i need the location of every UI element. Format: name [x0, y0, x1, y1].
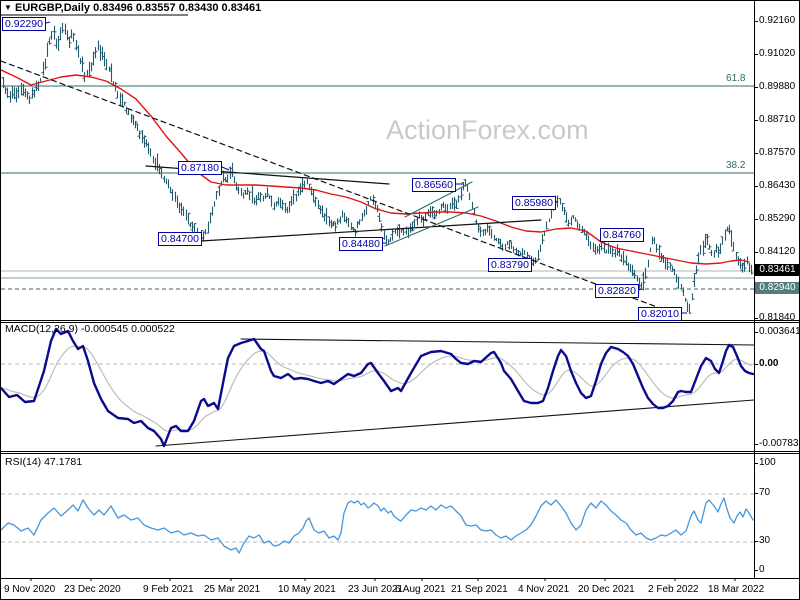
swing-price-label[interactable]: 0.92290 [2, 17, 46, 31]
macd-signal-line [1, 345, 752, 432]
macd-header: MACD(12,26,9) -0.000545 0.000522 [5, 323, 175, 335]
date-axis-label: 18 Mar 2022 [708, 584, 765, 595]
level-price-tag: 0.82940 [755, 282, 799, 294]
axis-ticks [30, 21, 758, 581]
rsi-header: RSI(14) 47.1781 [5, 456, 83, 468]
symbol-dropdown-icon[interactable]: ▼ [4, 3, 12, 12]
pane-borders [1, 1, 799, 579]
swing-price-label[interactable]: 0.82010 [638, 307, 682, 321]
date-axis-label: 21 Sep 2021 [451, 584, 508, 595]
price-axis-label: 0.87570 [759, 147, 796, 158]
rsi-axis-label: 100 [759, 457, 776, 468]
fib-level-label: 61.8 [726, 73, 746, 84]
macd-axis-label: -0.007839 [759, 438, 800, 449]
date-axis-label: 9 Feb 2021 [143, 584, 194, 595]
price-axis-label: 0.81840 [759, 312, 796, 323]
price-axis-label: 0.89880 [759, 81, 796, 92]
date-axis-label: 6 Aug 2021 [395, 584, 446, 595]
date-axis-label: 20 Dec 2021 [578, 584, 635, 595]
chart-window: ActionForex.com ▼ EURGBP,Daily 0.83496 0… [0, 0, 800, 600]
macd-axis-label: 0.00 [759, 358, 779, 369]
price-axis-label: 0.84120 [759, 246, 796, 257]
swing-price-label[interactable]: 0.84760 [600, 228, 644, 242]
chart-title: EURGBP,Daily 0.83496 0.83557 0.83430 0.8… [15, 2, 261, 14]
candlestick-series [1, 22, 754, 314]
fib-level-label: 38.2 [726, 160, 746, 171]
swing-price-label[interactable]: 0.85980 [512, 196, 556, 210]
ohlc-readout: 0.83496 0.83557 0.83430 0.83461 [93, 2, 262, 14]
date-axis-label: 9 Nov 2020 [4, 584, 56, 595]
price-axis-label: 0.85290 [759, 213, 796, 224]
swing-price-label[interactable]: 0.83790 [488, 258, 532, 272]
swing-label-connectors [45, 21, 687, 314]
swing-price-label[interactable]: 0.84480 [339, 237, 383, 251]
date-axis-label: 23 Dec 2020 [64, 584, 121, 595]
macd-trendline[interactable] [240, 338, 755, 346]
swing-price-label[interactable]: 0.84700 [158, 232, 202, 246]
symbol-period-label: EURGBP,Daily [15, 2, 90, 14]
date-axis-label: 4 Nov 2021 [518, 584, 570, 595]
rsi-axis-label: 30 [759, 535, 771, 546]
date-axis-label: 25 Mar 2021 [204, 584, 261, 595]
rsi-axis-label: 0 [759, 564, 765, 575]
rsi-line [1, 497, 754, 554]
current-price-tag: 0.83461 [755, 264, 799, 276]
level-lines [1, 85, 754, 290]
price-axis-label: 0.88710 [759, 114, 796, 125]
price-axis-label: 0.92160 [759, 15, 796, 26]
swing-price-label[interactable]: 0.87180 [178, 161, 222, 175]
price-axis-label: 0.86430 [759, 180, 796, 191]
chart-canvas [1, 1, 799, 581]
swing-price-label[interactable]: 0.86560 [412, 178, 456, 192]
price-axis-label: 0.91020 [759, 48, 796, 59]
trendline-dashed[interactable] [1, 60, 674, 314]
date-axis-label: 2 Feb 2022 [648, 584, 699, 595]
macd-axis-label: 0.003641 [759, 326, 800, 337]
swing-price-label[interactable]: 0.82820 [595, 284, 639, 298]
rsi-axis-label: 70 [759, 487, 771, 498]
date-axis-label: 10 May 2021 [278, 584, 336, 595]
rsi-pane [1, 493, 754, 543]
